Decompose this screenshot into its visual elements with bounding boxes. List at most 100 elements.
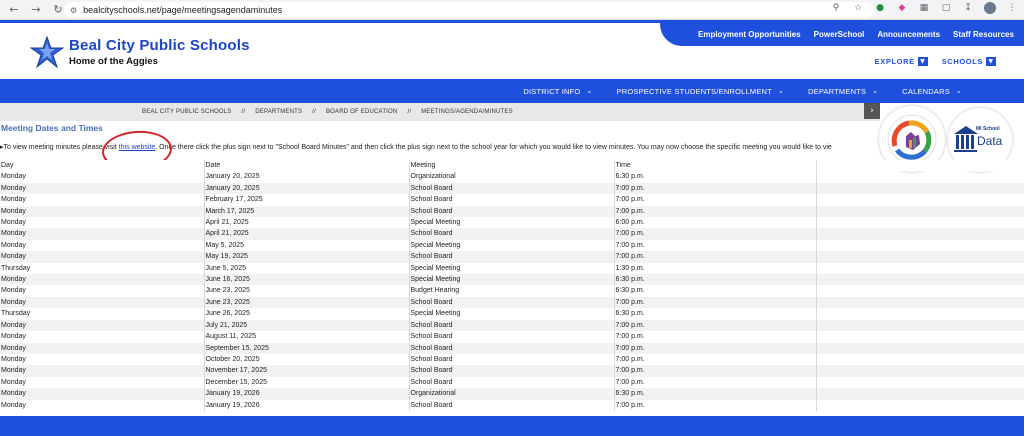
breadcrumb-item[interactable]: BEAL CITY PUBLIC SCHOOLS xyxy=(142,109,232,115)
schools-dropdown[interactable]: SCHOOLS ▼ xyxy=(942,57,996,66)
explore-dropdown[interactable]: EXPLORE ▼ xyxy=(875,57,928,66)
column-header-day: Day xyxy=(0,160,205,172)
link-staff-resources[interactable]: Staff Resources xyxy=(953,30,1014,39)
cell-empty xyxy=(816,217,1024,229)
cell-time: 7:00 p.m. xyxy=(614,296,817,309)
breadcrumb-separator: // xyxy=(407,109,412,115)
chevron-right-icon[interactable]: › xyxy=(864,103,880,119)
cell-meeting: Special Meeting xyxy=(409,239,615,252)
cell-meeting: School Board xyxy=(409,376,615,389)
cell-day: Monday xyxy=(0,285,205,297)
cell-date: January 20, 2025 xyxy=(204,171,410,183)
cell-meeting: School Board xyxy=(409,399,615,411)
cell-meeting: School Board xyxy=(409,296,615,309)
nav-calendars[interactable]: CALENDARS ⌄ xyxy=(902,87,962,96)
cell-empty xyxy=(816,239,1024,252)
cell-empty xyxy=(816,308,1024,320)
back-icon[interactable]: ← xyxy=(6,2,22,18)
nav-label: DEPARTMENTS xyxy=(808,86,867,96)
breadcrumb-separator: // xyxy=(312,109,316,115)
breadcrumb-item[interactable]: BOARD OF EDUCATION xyxy=(326,109,398,115)
cell-day: Monday xyxy=(0,376,205,389)
address-bar[interactable]: ⚙ bealcityschools.net/page/meetingsagend… xyxy=(64,2,874,18)
cell-meeting: School Board xyxy=(409,251,615,263)
school-tagline: Home of the Aggies xyxy=(69,56,158,67)
cell-day: Monday xyxy=(0,365,205,377)
table-row: Monday January 19, 2026 Organizational 6:30… xyxy=(0,388,1024,400)
cell-time: 7:00 p.m. xyxy=(614,205,817,218)
cell-date: January 19, 2026 xyxy=(204,399,410,411)
cell-meeting: Special Meeting xyxy=(409,274,615,286)
table-row: Monday May 5, 2025 Special Meeting 7:00 p.m… xyxy=(0,239,1024,252)
cell-meeting: School Board xyxy=(409,228,615,240)
table-header-row: Day Date Meeting Time xyxy=(0,160,1024,172)
cell-meeting: School Board xyxy=(409,342,615,354)
link-employment-opportunities[interactable]: Employment Opportunities xyxy=(698,30,801,39)
explore-schools-row: EXPLORE ▼ SCHOOLS ▼ xyxy=(875,57,996,66)
school-name[interactable]: Beal City Public Schools xyxy=(69,37,250,54)
site-info-icon[interactable]: ⚙ xyxy=(70,6,77,15)
table-row: Monday July 21, 2025 School Board 7:00 p.m. xyxy=(0,319,1024,332)
sidebar-icon[interactable]: ▢ xyxy=(940,2,952,14)
link-announcements[interactable]: Announcements xyxy=(877,30,940,39)
cell-time: 6:00 p.m. xyxy=(614,217,817,229)
cell-time: 6:30 p.m. xyxy=(614,171,817,183)
profile-avatar[interactable] xyxy=(984,2,996,14)
breadcrumb-item[interactable]: DEPARTMENTS xyxy=(255,109,302,115)
cell-date: September 15, 2025 xyxy=(204,342,410,354)
nav-label: PROSPECTIVE STUDENTS/ENROLLMENT xyxy=(616,86,772,96)
cell-time: 6:30 p.m. xyxy=(614,285,817,297)
column-header-time: Time xyxy=(614,160,817,172)
breadcrumb: BEAL CITY PUBLIC SCHOOLS // DEPARTMENTS … xyxy=(0,103,880,121)
cell-time: 1:30 p.m. xyxy=(614,262,817,275)
nav-district-info[interactable]: DISTRICT INFO ⌄ xyxy=(523,87,592,96)
extension-grammarly-icon[interactable]: ● xyxy=(874,2,886,14)
table-row: Thursday June 5, 2025 Special Meeting 1:30 … xyxy=(0,262,1024,275)
nav-prospective-students[interactable]: PROSPECTIVE STUDENTS/ENROLLMENT ⌄ xyxy=(617,87,784,96)
cell-date: May 5, 2025 xyxy=(204,239,410,252)
extension-icon[interactable]: ◆ xyxy=(896,2,908,14)
browser-menu-icon[interactable]: ⋮ xyxy=(1006,2,1018,14)
cell-meeting: Organizational xyxy=(409,388,615,400)
cell-meeting: Special Meeting xyxy=(409,308,615,320)
school-logo-star-icon[interactable] xyxy=(30,36,64,68)
table-row: Monday May 19, 2025 School Board 7:00 p.m. xyxy=(0,251,1024,263)
forward-icon[interactable]: → xyxy=(28,2,44,18)
table-row: Monday November 17, 2025 School Board 7:00 … xyxy=(0,365,1024,377)
cell-date: April 21, 2025 xyxy=(204,228,410,240)
breadcrumb-separator: // xyxy=(241,109,246,115)
cell-empty xyxy=(816,342,1024,354)
extensions-puzzle-icon[interactable]: ▦ xyxy=(918,2,930,14)
cell-day: Thursday xyxy=(0,262,205,275)
cell-time: 7:00 p.m. xyxy=(614,376,817,389)
cell-time: 7:00 p.m. xyxy=(614,331,817,343)
cell-meeting: School Board xyxy=(409,205,615,218)
nav-label: DISTRICT INFO xyxy=(523,86,581,96)
zoom-icon[interactable]: ⚲ xyxy=(830,2,842,14)
cell-empty xyxy=(816,376,1024,389)
breadcrumb-item-current: MEETINGS/AGENDA/MINUTES xyxy=(421,109,513,115)
cell-time: 6:30 p.m. xyxy=(614,274,817,286)
cell-day: Monday xyxy=(0,194,205,206)
explore-label: EXPLORE xyxy=(874,57,915,66)
nav-departments[interactable]: DEPARTMENTS ⌄ xyxy=(808,87,878,96)
table-row: Monday August 11, 2025 School Board 7:00 p.… xyxy=(0,331,1024,343)
table-row: Monday June 23, 2025 Budget Hearing 6:30 p.… xyxy=(0,285,1024,297)
bookmark-star-icon[interactable]: ☆ xyxy=(852,2,864,14)
cell-date: February 17, 2025 xyxy=(204,194,410,206)
cell-time: 7:00 p.m. xyxy=(614,239,817,252)
browser-toolbar: ← → ↻ ⚙ bealcityschools.net/page/meeting… xyxy=(0,0,1024,20)
nav-label: CALENDARS xyxy=(902,86,950,96)
badge-data-small-label: MI School xyxy=(976,126,1000,132)
footer-bar xyxy=(0,416,1024,436)
cell-empty xyxy=(816,182,1024,195)
cell-day: Monday xyxy=(0,331,205,343)
cell-time: 6:30 p.m. xyxy=(614,388,817,400)
download-icon[interactable]: ↧ xyxy=(962,2,974,14)
cell-empty xyxy=(816,228,1024,240)
column-header-date: Date xyxy=(204,160,410,172)
cell-time: 7:00 p.m. xyxy=(614,251,817,263)
cell-empty xyxy=(816,171,1024,183)
url-text: bealcityschools.net/page/meetingsagendam… xyxy=(83,5,283,15)
link-powerschool[interactable]: PowerSchool xyxy=(814,30,865,39)
